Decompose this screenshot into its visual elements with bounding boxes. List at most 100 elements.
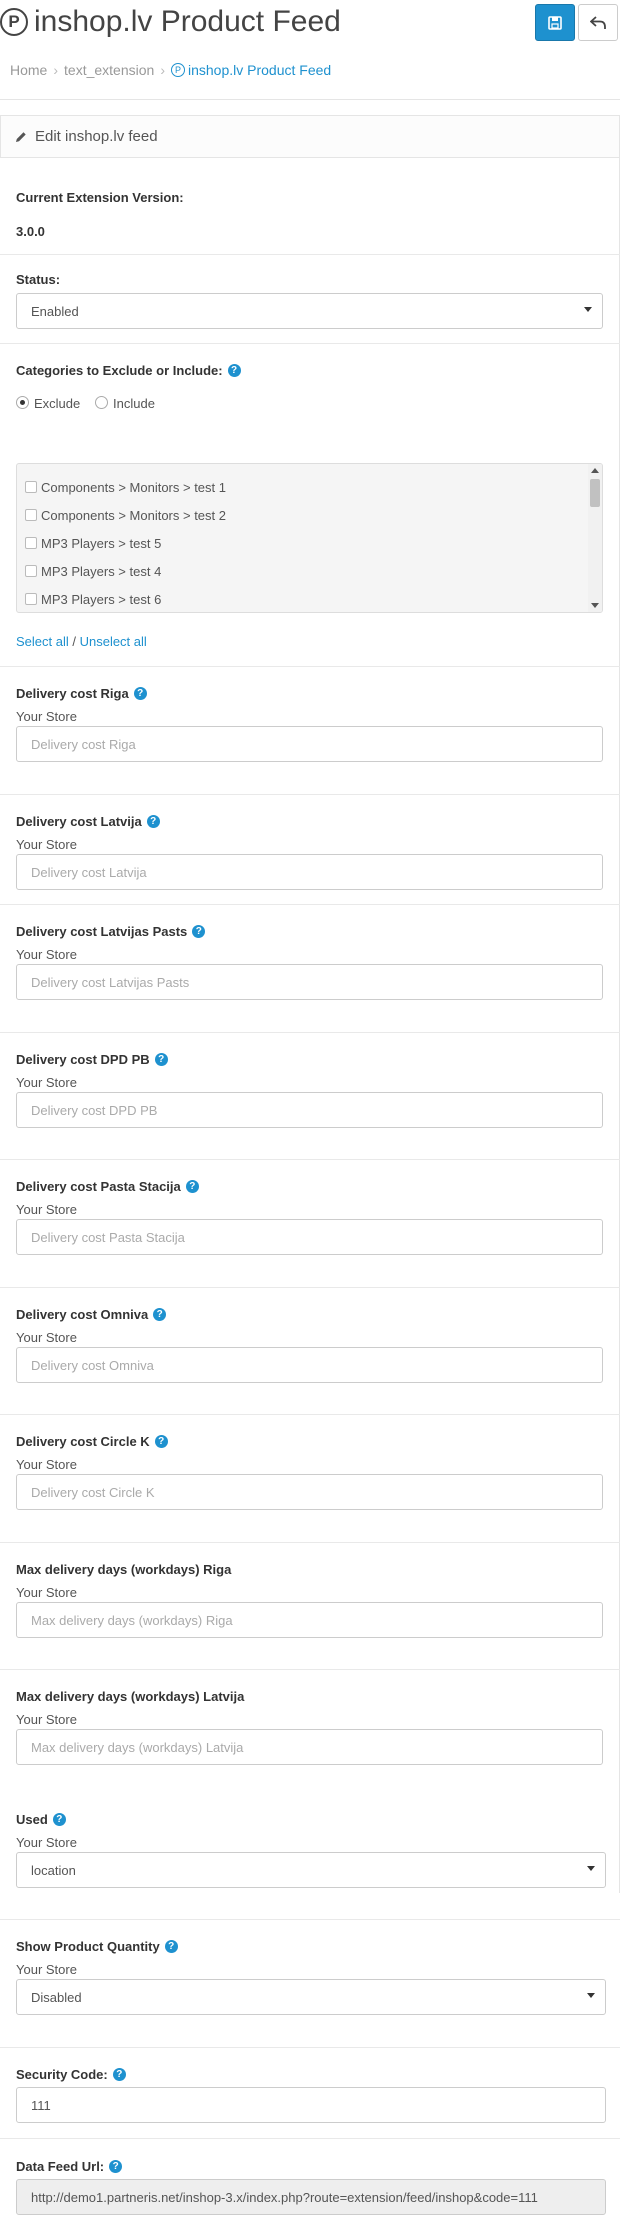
field-label: Delivery cost Omniva? — [16, 1307, 167, 1322]
exclude-radio[interactable] — [16, 396, 29, 409]
store-label: Your Store — [16, 1835, 77, 1850]
checkbox[interactable] — [25, 593, 37, 605]
delivery-dpd-pb-input[interactable]: Delivery cost DPD PB — [16, 1092, 603, 1128]
field-label-text: Delivery cost Riga — [16, 686, 129, 701]
delivery-circle-k-input[interactable]: Delivery cost Circle K — [16, 1474, 603, 1510]
help-icon[interactable]: ? — [52, 1813, 66, 1826]
exclude-radio-label[interactable]: Exclude — [34, 396, 80, 411]
breadcrumb-home[interactable]: Home — [10, 62, 47, 78]
scroll-up-icon[interactable] — [591, 468, 599, 473]
store-label: Your Store — [16, 1962, 77, 1977]
scroll-down-icon[interactable] — [591, 603, 599, 608]
category-checklist[interactable]: Components > Monitors > test 1 Component… — [16, 463, 603, 613]
delivery-omniva-section: Delivery cost Omniva? Your Store Deliver… — [0, 1288, 620, 1415]
field-label-text: Delivery cost Pasta Stacija — [16, 1179, 181, 1194]
delivery-latvijas-pasts-input[interactable]: Delivery cost Latvijas Pasts — [16, 964, 603, 1000]
store-label: Your Store — [16, 837, 77, 852]
field-label-text: Delivery cost Latvija — [16, 814, 142, 829]
field-label: Delivery cost Riga? — [16, 686, 147, 701]
help-icon[interactable]: ? — [185, 1180, 199, 1193]
field-label-text: Delivery cost DPD PB — [16, 1052, 150, 1067]
select-all-link[interactable]: Select all — [16, 634, 69, 649]
help-icon[interactable]: ? — [192, 925, 206, 938]
checkbox[interactable] — [25, 481, 37, 493]
feed-url-section: Data Feed Url:? http://demo1.partneris.n… — [0, 2139, 620, 2230]
help-icon[interactable]: ? — [153, 1308, 167, 1321]
page-title-text: inshop.lv Product Feed — [34, 5, 341, 38]
security-code-input[interactable]: 111 — [16, 2087, 606, 2123]
help-icon[interactable]: ? — [154, 1053, 168, 1066]
save-button[interactable] — [535, 4, 575, 41]
categories-label-text: Categories to Exclude or Include: — [16, 363, 223, 378]
delivery-dpd-pb-section: Delivery cost DPD PB? Your Store Deliver… — [0, 1033, 620, 1160]
category-item[interactable]: Components > Monitors > test 1 — [25, 477, 226, 497]
show-quantity-select[interactable]: Disabled — [16, 1979, 606, 2015]
delivery-riga-section: Delivery cost Riga? Your Store Delivery … — [0, 667, 620, 795]
include-radio[interactable] — [95, 396, 108, 409]
delivery-latvija-input[interactable]: Delivery cost Latvija — [16, 854, 603, 890]
field-label-text: Max delivery days (workdays) Riga — [16, 1562, 232, 1577]
store-label: Your Store — [16, 947, 77, 962]
field-label: Delivery cost Circle K? — [16, 1434, 168, 1449]
back-button[interactable] — [578, 4, 618, 41]
field-label-text: Max delivery days (workdays) Latvija — [16, 1689, 245, 1704]
max-days-riga-input[interactable]: Max delivery days (workdays) Riga — [16, 1602, 603, 1638]
help-icon[interactable]: ? — [133, 687, 147, 700]
checkbox[interactable] — [25, 509, 37, 521]
delivery-pasta-stacija-section: Delivery cost Pasta Stacija? Your Store … — [0, 1160, 620, 1288]
help-icon[interactable]: ? — [154, 1435, 168, 1448]
help-icon[interactable]: ? — [164, 1940, 178, 1953]
partner-logo-icon: P — [171, 63, 185, 77]
feed-url-label: Data Feed Url:? — [16, 2159, 123, 2174]
checkbox[interactable] — [25, 537, 37, 549]
store-label: Your Store — [16, 1330, 77, 1345]
feed-url-input[interactable]: http://demo1.partneris.net/inshop-3.x/in… — [16, 2179, 606, 2215]
include-radio-label[interactable]: Include — [113, 396, 155, 411]
store-label: Your Store — [16, 709, 77, 724]
max-days-latvija-section: Max delivery days (workdays) Latvija You… — [0, 1670, 620, 1793]
reply-icon — [590, 15, 606, 29]
unselect-all-link[interactable]: Unselect all — [80, 634, 147, 649]
delivery-pasta-stacija-input[interactable]: Delivery cost Pasta Stacija — [16, 1219, 603, 1255]
version-label: Current Extension Version: — [16, 190, 184, 205]
max-days-latvija-input[interactable]: Max delivery days (workdays) Latvija — [16, 1729, 603, 1765]
delivery-omniva-input[interactable]: Delivery cost Omniva — [16, 1347, 603, 1383]
used-label: Used? — [16, 1812, 66, 1827]
chevron-down-icon — [587, 1993, 595, 1998]
help-icon[interactable]: ? — [112, 2068, 126, 2081]
panel-title: Edit inshop.lv feed — [35, 128, 158, 145]
help-icon[interactable]: ? — [227, 364, 241, 377]
delivery-riga-input[interactable]: Delivery cost Riga — [16, 726, 603, 762]
select-links: Select all / Unselect all — [16, 634, 147, 649]
show-quantity-value: Disabled — [31, 1989, 82, 2005]
status-select[interactable]: Enabled — [16, 293, 603, 329]
pencil-icon — [16, 131, 26, 142]
breadcrumb-current[interactable]: P inshop.lv Product Feed — [171, 62, 331, 78]
breadcrumb-current-label: inshop.lv Product Feed — [188, 62, 332, 78]
field-label-text: Delivery cost Latvijas Pasts — [16, 924, 188, 939]
category-item[interactable]: MP3 Players > test 4 — [25, 561, 161, 581]
store-label: Your Store — [16, 1712, 77, 1727]
version-value: 3.0.0 — [16, 224, 45, 239]
field-label-text: Delivery cost Omniva — [16, 1307, 149, 1322]
security-section: Security Code:? 111 — [0, 2048, 620, 2139]
scrollbar[interactable] — [588, 464, 602, 612]
save-icon — [548, 15, 562, 30]
category-item[interactable]: Components > Monitors > test 2 — [25, 505, 226, 525]
used-section: Used? Your Store location — [0, 1793, 620, 1920]
breadcrumb-extension[interactable]: text_extension — [64, 62, 154, 78]
help-icon[interactable]: ? — [146, 815, 160, 828]
breadcrumb-separator-icon: › — [160, 62, 165, 78]
category-item-label: Components > Monitors > test 2 — [41, 507, 226, 523]
category-item[interactable]: MP3 Players > test 6 — [25, 589, 161, 609]
checkbox[interactable] — [25, 565, 37, 577]
categories-label: Categories to Exclude or Include: ? — [16, 363, 241, 378]
delivery-latvijas-pasts-section: Delivery cost Latvijas Pasts? Your Store… — [0, 905, 620, 1033]
field-label: Max delivery days (workdays) Riga — [16, 1562, 231, 1577]
used-select[interactable]: location — [16, 1852, 606, 1888]
scrollbar-thumb[interactable] — [590, 479, 600, 507]
category-item[interactable]: MP3 Players > test 5 — [25, 533, 161, 553]
show-quantity-label: Show Product Quantity? — [16, 1939, 178, 1954]
used-label-text: Used — [16, 1812, 48, 1827]
help-icon[interactable]: ? — [109, 2160, 123, 2173]
